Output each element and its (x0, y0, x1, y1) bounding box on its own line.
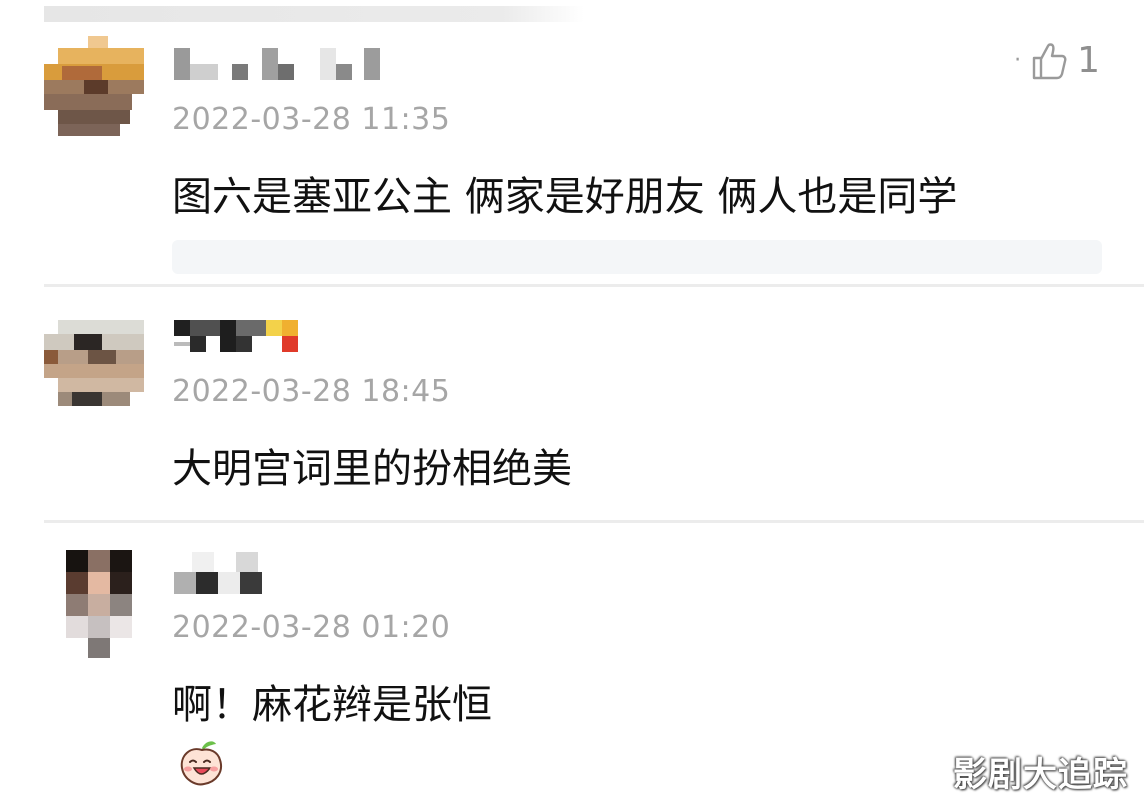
divider (44, 284, 1144, 287)
avatar[interactable] (44, 320, 144, 420)
comment-timestamp: 2022-03-28 18:45 (172, 374, 451, 409)
avatar[interactable] (44, 36, 144, 136)
divider (44, 520, 1144, 523)
avatar[interactable] (44, 550, 144, 658)
comment-text: 啊！麻花辫是张恒 (172, 682, 492, 728)
thumbs-up-icon (1032, 42, 1067, 79)
watermark: 影剧大追踪 (953, 755, 1128, 795)
like-count: 1 (1077, 40, 1100, 81)
separator-dot: · (1014, 48, 1022, 73)
peach-emoji-icon (180, 741, 222, 786)
comment-text: 大明宫词里的扮相绝美 (172, 446, 572, 492)
comment-timestamp: 2022-03-28 11:35 (172, 102, 451, 137)
reply-preview-bar[interactable] (172, 240, 1102, 274)
username-masked[interactable] (174, 552, 264, 594)
username-masked[interactable] (174, 320, 310, 354)
comment-timestamp: 2022-03-28 01:20 (172, 610, 451, 645)
previous-comment-fragment (44, 6, 584, 22)
username-masked[interactable] (174, 48, 384, 82)
comment-text: 图六是塞亚公主 俩家是好朋友 俩人也是同学 (172, 174, 958, 220)
like-button[interactable]: · 1 (1014, 40, 1100, 81)
